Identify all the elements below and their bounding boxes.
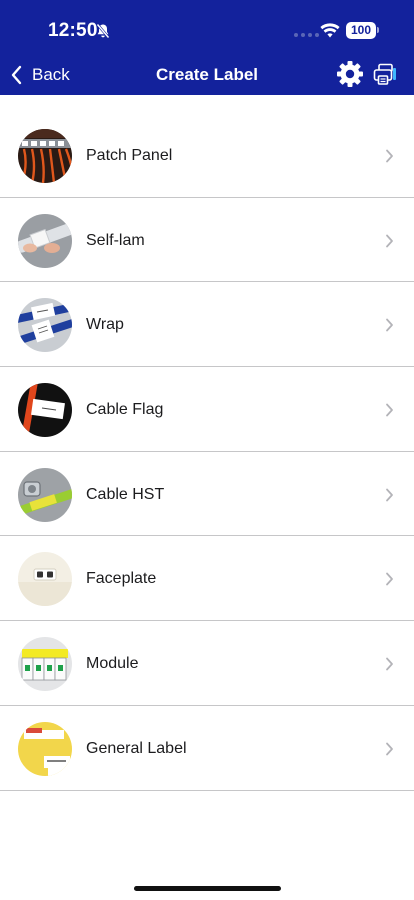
list-item-label: Cable HST — [86, 485, 165, 503]
chevron-right-icon — [386, 403, 393, 417]
cable-flag-thumbnail — [18, 383, 72, 438]
list-item-patch-panel[interactable]: Patch Panel — [0, 113, 414, 198]
status-bar: 12:50 100 — [0, 0, 414, 54]
gear-icon[interactable] — [336, 60, 364, 88]
cable-hst-thumbnail — [18, 467, 72, 522]
list-item-label: Wrap — [86, 316, 124, 334]
chevron-right-icon — [386, 742, 393, 756]
chevron-right-icon — [386, 657, 393, 671]
battery-tip — [377, 27, 379, 33]
list-item-self-lam[interactable]: Self-lam — [0, 198, 414, 283]
faceplate-thumbnail — [18, 552, 72, 607]
status-time: 12:50 — [48, 20, 98, 41]
list-item-cable-hst[interactable]: Cable HST — [0, 452, 414, 537]
chevron-right-icon — [386, 573, 393, 586]
list-item-label: Self-lam — [86, 231, 145, 249]
wifi-icon — [320, 23, 340, 38]
module-thumbnail — [18, 637, 72, 692]
navigation-bar: Back Create Label — [0, 54, 414, 95]
self-lam-thumbnail — [18, 213, 72, 268]
list-item-wrap[interactable]: Wrap — [0, 282, 414, 368]
label-type-list: Patch Panel Self-lam Wrap Cable Flag Cab… — [0, 113, 414, 791]
general-label-thumbnail — [18, 721, 72, 776]
list-item-faceplate[interactable]: Faceplate — [0, 536, 414, 622]
cellular-dots-icon — [294, 33, 319, 37]
bell-slash-icon — [96, 23, 110, 39]
list-item-module[interactable]: Module — [0, 621, 414, 706]
chevron-right-icon — [386, 318, 393, 332]
printer-icon[interactable] — [373, 63, 397, 86]
list-item-label: Patch Panel — [86, 147, 173, 164]
battery-icon: 100 — [346, 22, 376, 39]
list-item-label: Cable Flag — [86, 401, 164, 419]
list-item-label: Module — [86, 655, 139, 673]
list-item-general-label[interactable]: General Label — [0, 706, 414, 791]
list-item-cable-flag[interactable]: Cable Flag — [0, 367, 414, 452]
list-item-label: General Label — [86, 739, 187, 757]
chevron-right-icon — [386, 234, 393, 248]
app-header: 12:50 100 Back Create Label — [0, 0, 414, 95]
wrap-thumbnail — [18, 298, 72, 353]
chevron-right-icon — [386, 149, 393, 163]
list-item-label: Faceplate — [86, 570, 157, 588]
chevron-right-icon — [386, 488, 393, 502]
patch-panel-thumbnail — [18, 129, 72, 183]
home-indicator[interactable] — [134, 886, 281, 891]
